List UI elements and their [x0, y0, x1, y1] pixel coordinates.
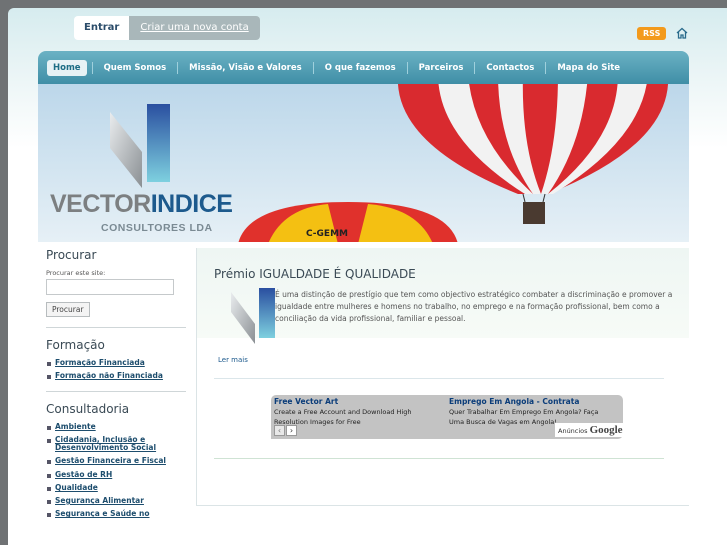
login-tab[interactable]: Entrar: [74, 16, 130, 40]
divider: [46, 327, 186, 328]
ad-block: Free Vector Art Create a Free Account an…: [271, 395, 626, 439]
nav-home[interactable]: Home: [47, 59, 87, 76]
list-item[interactable]: Segurança e Saúde no: [46, 509, 186, 518]
logo-part-indice: INDICE: [150, 190, 233, 218]
logo-subtitle: CONSULTORES LDA: [101, 222, 213, 234]
ad-item[interactable]: Free Vector Art Create a Free Account an…: [274, 397, 439, 427]
post-excerpt: É uma distinção de prestígio que tem com…: [275, 290, 673, 323]
create-account-link[interactable]: Criar uma nova conta: [129, 16, 260, 40]
logo-wordmark: VECTORINDICE: [50, 190, 233, 219]
formacao-list: Formação Financiada Formação não Financi…: [46, 358, 186, 381]
ad-title[interactable]: Free Vector Art: [274, 397, 439, 406]
sidebar: Procurar Procurar este site: Procurar Fo…: [46, 248, 186, 524]
ads-by-label: Anúncios: [558, 427, 588, 435]
list-item[interactable]: Ambiente: [46, 422, 186, 431]
list-item[interactable]: Formação não Financiada: [46, 371, 186, 380]
read-more-link[interactable]: Ler mais: [218, 356, 248, 364]
nav-separator: [312, 61, 314, 74]
account-tabs: Entrar Criar uma nova conta: [74, 16, 260, 40]
nav-quem-somos[interactable]: Quem Somos: [98, 60, 173, 76]
post-logo-icon: [231, 288, 275, 344]
search-input[interactable]: [46, 279, 174, 295]
ad-title[interactable]: Emprego Em Angola - Contrata: [449, 397, 614, 406]
chevron-right-icon[interactable]: ›: [286, 425, 297, 436]
nav-missao[interactable]: Missão, Visão e Valores: [183, 60, 308, 76]
nav-separator: [474, 61, 476, 74]
ad-text: Create a Free Account and Download High …: [274, 408, 412, 426]
page-container: Entrar Criar uma nova conta RSS Home Que…: [8, 8, 727, 545]
list-item[interactable]: Segurança Alimentar: [46, 496, 186, 505]
ad-nav: ‹ ›: [274, 425, 298, 436]
nav-separator: [91, 61, 93, 74]
formacao-heading: Formação: [46, 338, 105, 352]
consultadoria-list: Ambiente Cidadania, Inclusão e Desenvolv…: [46, 422, 186, 519]
rss-button[interactable]: RSS: [637, 27, 667, 40]
search-label: Procurar este site:: [46, 269, 106, 277]
main-nav: Home Quem Somos Missão, Visão e Valores …: [38, 51, 689, 84]
list-item[interactable]: Gestão Financeira e Fiscal: [46, 456, 186, 465]
balloon-text: C-GEMM: [306, 229, 348, 239]
logo-part-vector: VECTOR: [50, 190, 151, 218]
search-button[interactable]: Procurar: [46, 302, 90, 317]
home-icon[interactable]: [675, 26, 689, 40]
nav-o-que-fazemos[interactable]: O que fazemos: [319, 60, 402, 76]
nav-contactos[interactable]: Contactos: [480, 60, 540, 76]
search-heading: Procurar: [46, 248, 97, 262]
nav-separator: [545, 61, 547, 74]
consultadoria-heading: Consultadoria: [46, 401, 130, 416]
nav-parceiros[interactable]: Parceiros: [413, 60, 470, 76]
header-banner: C-GEMM VECTORINDICE CONSULTORES LDA: [38, 84, 689, 242]
google-logo: Google: [589, 424, 623, 436]
post-title: Prémio IGUALDADE É QUALIDADE: [214, 267, 416, 281]
divider: [46, 390, 186, 392]
nav-separator: [177, 61, 179, 74]
divider: [214, 378, 664, 379]
list-item[interactable]: Qualidade: [46, 483, 186, 492]
main-content: Prémio IGUALDADE É QUALIDADE É uma disti…: [196, 248, 689, 506]
chevron-left-icon[interactable]: ‹: [274, 425, 285, 436]
list-item[interactable]: Formação Financiada: [46, 358, 186, 367]
list-item[interactable]: Gestão de RH: [46, 470, 186, 479]
nav-mapa-site[interactable]: Mapa do Site: [551, 60, 626, 76]
divider: [214, 458, 664, 459]
nav-separator: [406, 61, 408, 74]
list-item[interactable]: Cidadania, Inclusão e Desenvolvimento So…: [46, 435, 186, 453]
ads-by-google[interactable]: Anúncios Google: [555, 423, 626, 437]
